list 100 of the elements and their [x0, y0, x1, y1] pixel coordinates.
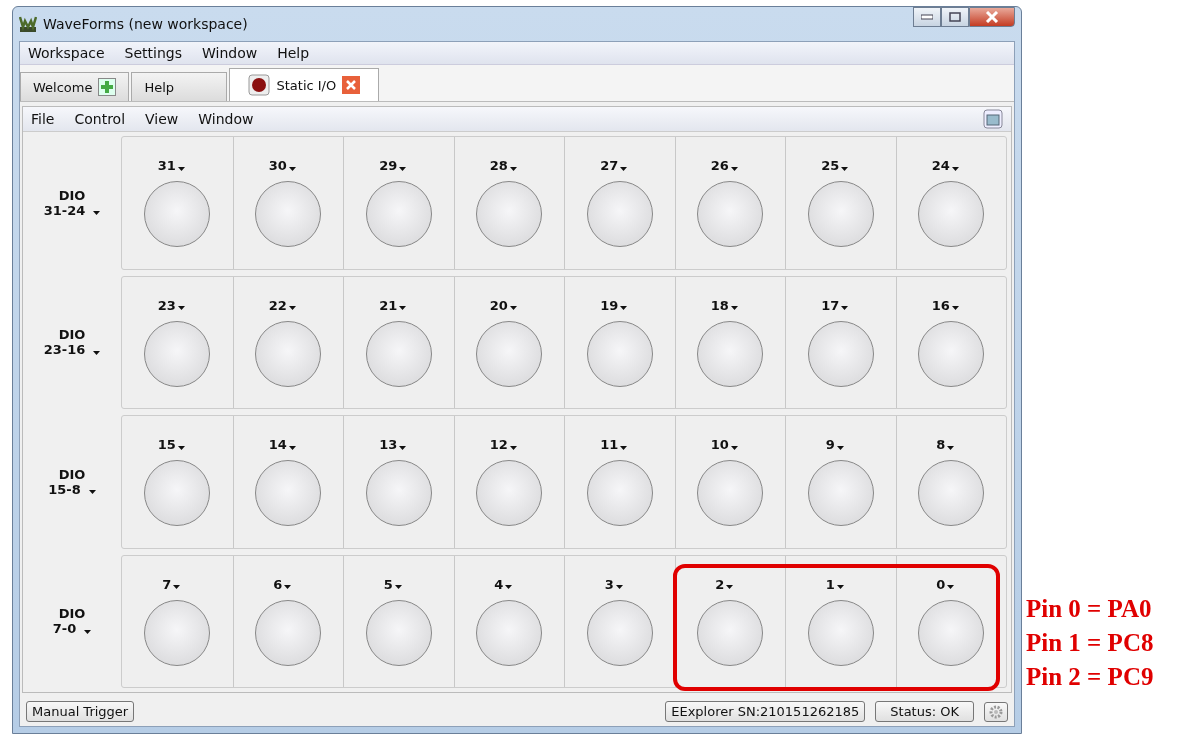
- pin-label: 23: [157, 297, 176, 313]
- caret-icon[interactable]: [84, 629, 92, 634]
- pin-label: 18: [710, 297, 729, 313]
- caret-icon[interactable]: [93, 350, 101, 355]
- menu-item[interactable]: Window: [201, 45, 258, 61]
- pin-label: 8: [936, 437, 946, 453]
- caret-icon[interactable]: [399, 306, 407, 311]
- caret-icon[interactable]: [836, 445, 844, 450]
- caret-icon[interactable]: [509, 306, 517, 311]
- minimize-button[interactable]: [913, 7, 941, 27]
- caret-icon[interactable]: [399, 445, 407, 450]
- group-range: 31-24: [43, 202, 86, 218]
- caret-icon[interactable]: [177, 166, 185, 171]
- caret-icon[interactable]: [620, 306, 628, 311]
- caret-icon[interactable]: [509, 445, 517, 450]
- restore-window-icon[interactable]: [983, 109, 1003, 129]
- menu-item[interactable]: View: [145, 111, 179, 127]
- close-tab-icon[interactable]: [342, 76, 361, 94]
- pin-label: 27: [600, 158, 619, 174]
- caret-icon[interactable]: [620, 166, 628, 171]
- pin-label: 0: [936, 576, 946, 592]
- caret-icon[interactable]: [399, 166, 407, 171]
- caret-icon[interactable]: [93, 211, 101, 216]
- group-label: DIO: [58, 187, 86, 203]
- caret-icon[interactable]: [177, 445, 185, 450]
- pin-label: 20: [489, 297, 508, 313]
- caret-icon[interactable]: [615, 585, 623, 590]
- pin-label: 17: [821, 297, 840, 313]
- pin-label: 16: [931, 297, 950, 313]
- menu-item[interactable]: File: [31, 111, 55, 127]
- menu-item[interactable]: Window: [198, 111, 254, 127]
- tab[interactable]: Static I/O: [229, 68, 380, 101]
- annotation-text: Pin 2 = PC9: [1026, 662, 1155, 692]
- caret-icon[interactable]: [947, 445, 955, 450]
- annotation-text: Pin 1 = PC8: [1026, 628, 1155, 658]
- pin-label: 7: [162, 576, 172, 592]
- menu-item[interactable]: Settings: [124, 45, 182, 61]
- pin-label: 14: [268, 437, 287, 453]
- plus-icon: [98, 78, 117, 96]
- caret-icon[interactable]: [509, 166, 517, 171]
- pin-label: 25: [821, 158, 840, 174]
- group-label: DIO: [58, 606, 86, 622]
- pin-label: 19: [600, 297, 619, 313]
- caret-icon[interactable]: [730, 306, 738, 311]
- menu-item[interactable]: Workspace: [28, 45, 105, 61]
- pin-label: 5: [383, 576, 393, 592]
- maximize-icon: [949, 12, 961, 22]
- caret-icon[interactable]: [505, 585, 513, 590]
- caret-icon[interactable]: [288, 445, 296, 450]
- caret-icon[interactable]: [173, 585, 181, 590]
- pin-label: 26: [710, 158, 729, 174]
- close-icon: [985, 11, 999, 23]
- group-label: DIO: [58, 466, 86, 482]
- manual-trigger-button[interactable]: Manual Trigger: [26, 701, 135, 722]
- led-icon: [248, 74, 271, 96]
- caret-icon[interactable]: [88, 490, 96, 495]
- pin-label: 21: [379, 297, 398, 313]
- pin-label: 4: [494, 576, 504, 592]
- status-button[interactable]: Status: OK: [875, 701, 974, 722]
- caret-icon[interactable]: [841, 306, 849, 311]
- group-label: DIO: [58, 327, 86, 343]
- caret-icon[interactable]: [730, 166, 738, 171]
- caret-icon[interactable]: [951, 166, 959, 171]
- tab-label: Help: [144, 79, 175, 95]
- caret-icon[interactable]: [394, 585, 402, 590]
- tab-label: Static I/O: [276, 77, 337, 93]
- caret-icon[interactable]: [836, 585, 844, 590]
- caret-icon[interactable]: [841, 166, 849, 171]
- caret-icon[interactable]: [177, 306, 185, 311]
- pin-label: 31: [157, 158, 176, 174]
- caret-icon[interactable]: [947, 585, 955, 590]
- caret-icon[interactable]: [726, 585, 734, 590]
- group-range: 23-16: [43, 342, 86, 358]
- menu-item[interactable]: Help: [277, 45, 310, 61]
- pin-label: 3: [604, 576, 614, 592]
- menu-item[interactable]: Control: [74, 111, 126, 127]
- caret-icon[interactable]: [284, 585, 292, 590]
- pin-label: 30: [268, 158, 287, 174]
- pin-label: 2: [715, 576, 725, 592]
- caret-icon[interactable]: [620, 445, 628, 450]
- caret-icon[interactable]: [288, 166, 296, 171]
- close-button[interactable]: [969, 7, 1015, 27]
- tab[interactable]: Help: [131, 72, 228, 101]
- app-logo-icon: [19, 15, 37, 33]
- caret-icon[interactable]: [951, 306, 959, 311]
- pin-label: 6: [273, 576, 283, 592]
- tab[interactable]: Welcome: [20, 72, 130, 101]
- pin-label: 11: [600, 437, 619, 453]
- caret-icon[interactable]: [288, 306, 296, 311]
- maximize-button[interactable]: [941, 7, 969, 27]
- group-range: 15-8: [48, 481, 81, 497]
- device-button[interactable]: EExplorer SN:210151262185: [665, 701, 866, 722]
- minimize-icon: [921, 14, 933, 20]
- pin-label: 12: [489, 437, 508, 453]
- settings-icon: [989, 704, 1003, 719]
- settings-button[interactable]: [984, 701, 1008, 722]
- pin-label: 10: [710, 437, 729, 453]
- annotation-text: Pin 0 = PA0: [1026, 594, 1153, 624]
- caret-icon[interactable]: [730, 445, 738, 450]
- pin-label: 28: [489, 158, 508, 174]
